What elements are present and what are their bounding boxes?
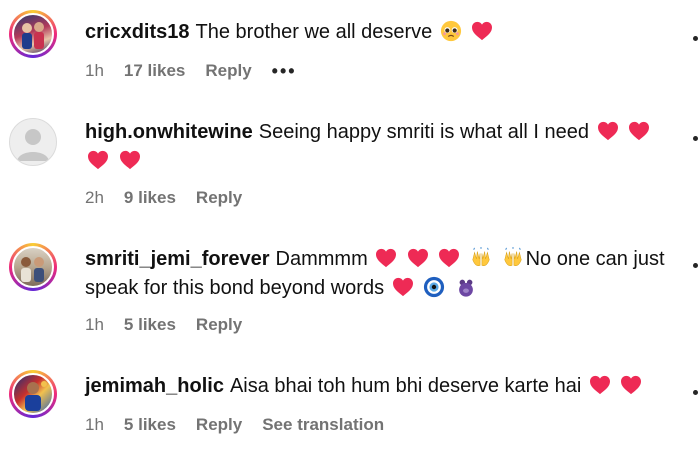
comment-likes[interactable]: 5 likes xyxy=(124,415,176,435)
like-icon[interactable] xyxy=(693,263,698,268)
default-avatar-icon xyxy=(17,129,49,161)
comment-body: Dammmm xyxy=(275,248,368,270)
comment-text: smriti_jemi_forever Dammmm No one can jus… xyxy=(85,245,685,303)
reply-button[interactable]: Reply xyxy=(196,315,242,335)
avatar[interactable] xyxy=(9,10,57,58)
comment-meta: 1h 17 likes Reply ••• xyxy=(85,60,317,82)
heart-icon xyxy=(597,121,618,141)
comment-likes[interactable]: 9 likes xyxy=(124,188,176,208)
like-icon[interactable] xyxy=(693,36,698,41)
comment-body: The brother we all deserve xyxy=(195,21,433,43)
heart-icon xyxy=(88,150,108,170)
comment-meta: 1h 5 likes Reply xyxy=(85,314,262,336)
heart-icon xyxy=(392,277,413,297)
pleading-face-icon xyxy=(440,20,461,42)
heart-icon xyxy=(407,248,428,268)
heart-icon xyxy=(589,375,610,395)
comment-time: 1h xyxy=(85,61,104,80)
comment-likes[interactable]: 5 likes xyxy=(124,315,176,335)
comment-time: 1h xyxy=(85,315,104,334)
avatar[interactable] xyxy=(9,243,57,291)
comment-username[interactable]: cricxdits18 xyxy=(85,21,190,43)
more-options-icon[interactable]: ••• xyxy=(272,61,297,82)
comment-body: Seeing happy smriti is what all I need xyxy=(258,121,589,143)
heart-icon xyxy=(629,121,650,141)
avatar-photo xyxy=(25,381,47,411)
reply-button[interactable]: Reply xyxy=(205,61,251,81)
comment-likes[interactable]: 17 likes xyxy=(124,61,185,81)
heart-icon xyxy=(472,21,493,41)
like-icon[interactable] xyxy=(693,390,698,395)
avatar[interactable] xyxy=(9,118,57,166)
comment-meta: 1h 5 likes Reply See translation xyxy=(85,414,404,436)
avatar-photo xyxy=(21,257,44,282)
comment-time: 2h xyxy=(85,188,104,207)
comment-username[interactable]: smriti_jemi_forever xyxy=(85,248,270,270)
nazar-amulet-icon xyxy=(424,276,445,298)
reply-button[interactable]: Reply xyxy=(196,188,242,208)
raising-hands-icon xyxy=(472,247,490,266)
heart-icon xyxy=(439,248,460,268)
avatar[interactable] xyxy=(9,370,57,418)
comment-username[interactable]: jemimah_holic xyxy=(85,375,224,397)
comment-meta: 2h 9 likes Reply xyxy=(85,187,262,209)
like-icon[interactable] xyxy=(693,136,698,141)
heart-icon xyxy=(119,150,140,170)
comment-username[interactable]: high.onwhitewine xyxy=(85,121,253,143)
comment-text: cricxdits18 The brother we all deserve xyxy=(85,18,685,47)
reply-button[interactable]: Reply xyxy=(196,415,242,435)
comment-text: high.onwhitewine Seeing happy smriti is w… xyxy=(85,118,685,176)
bear-icon xyxy=(458,279,473,297)
comment-time: 1h xyxy=(85,415,104,434)
raising-hands-icon xyxy=(504,247,522,266)
comment-body: Aisa bhai toh hum bhi deserve karte hai xyxy=(229,375,582,397)
heart-icon xyxy=(621,375,642,395)
heart-icon xyxy=(376,248,397,268)
see-translation-link[interactable]: See translation xyxy=(262,415,384,435)
avatar-photo xyxy=(22,22,44,49)
comment-text: jemimah_holic Aisa bhai toh hum bhi deser… xyxy=(85,372,685,401)
